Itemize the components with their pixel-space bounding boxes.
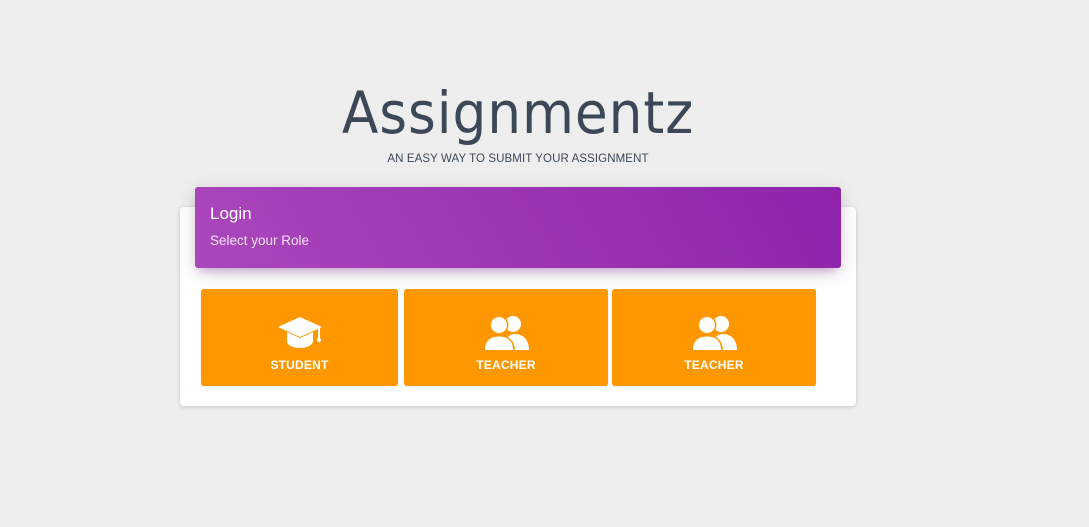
login-category: Select your Role — [210, 233, 310, 248]
student-role-button[interactable]: STUDENT — [201, 289, 398, 386]
page: Assignmentz AN EASY WAY TO SUBMIT YOUR A… — [0, 0, 1089, 527]
graduation-cap-icon — [276, 314, 324, 352]
teacher-role-label-2: TEACHER — [684, 358, 744, 372]
student-role-label: STUDENT — [270, 358, 329, 372]
teacher-role-label: TEACHER — [476, 358, 536, 372]
teacher-role-button-2[interactable]: TEACHER — [612, 289, 816, 386]
brand-title: Assignmentz — [341, 79, 695, 147]
brand-subtitle: AN EASY WAY TO SUBMIT YOUR ASSIGNMENT — [387, 153, 649, 165]
users-icon — [482, 314, 530, 352]
login-title: Login — [210, 204, 252, 223]
login-card-header: Login Select your Role — [195, 187, 841, 268]
teacher-role-button[interactable]: TEACHER — [404, 289, 608, 386]
users-icon — [690, 314, 738, 352]
